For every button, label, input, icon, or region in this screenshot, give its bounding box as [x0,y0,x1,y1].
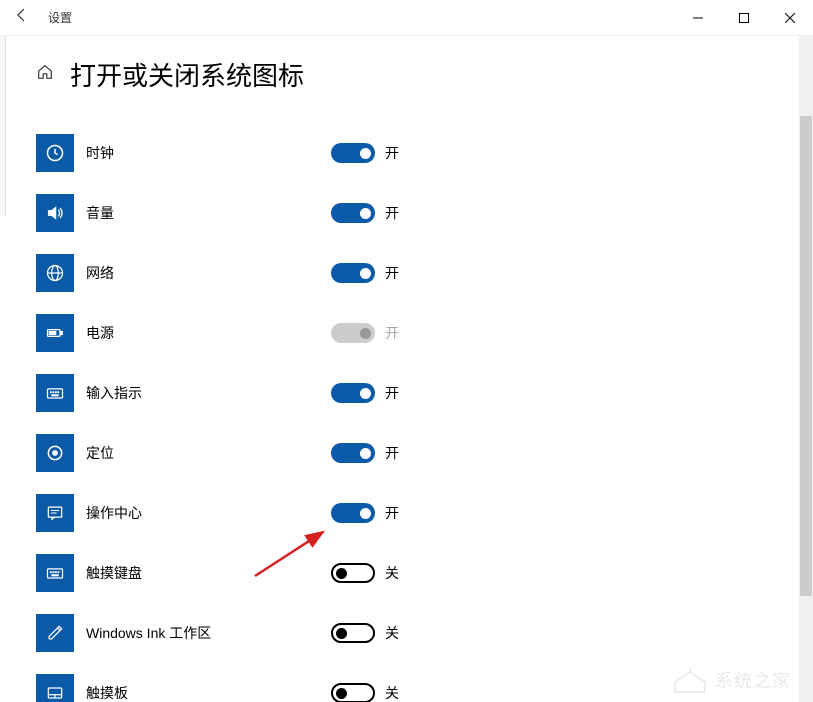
toggle-location[interactable] [331,443,375,463]
home-icon[interactable] [36,63,54,86]
setting-row-windows-ink: Windows Ink 工作区 关 [36,603,777,663]
toggle-power [331,323,375,343]
toggle-touchpad[interactable] [331,683,375,702]
setting-label: 电源 [86,323,331,343]
setting-label: 触摸板 [86,683,331,702]
window-controls [675,0,813,36]
setting-row-network: 网络 开 [36,243,777,303]
header-row: 打开或关闭系统图标 [36,56,777,93]
location-icon [36,434,74,472]
toggle-state-label: 关 [385,623,399,643]
setting-label: 时钟 [86,143,331,163]
setting-label: 输入指示 [86,383,331,403]
toggle-state-label: 开 [385,323,399,343]
setting-label: 定位 [86,443,331,463]
touch-keyboard-icon [36,554,74,592]
scrollbar-thumb[interactable] [800,116,812,596]
setting-label: 触摸键盘 [86,563,331,583]
toggle-clock[interactable] [331,143,375,163]
app-title: 设置 [48,9,72,26]
close-button[interactable] [767,0,813,36]
page-title: 打开或关闭系统图标 [70,56,304,93]
toggle-state-label: 开 [385,503,399,523]
toggle-windows-ink[interactable] [331,623,375,643]
back-button[interactable] [14,7,30,28]
volume-icon [36,194,74,232]
toggle-action-center[interactable] [331,503,375,523]
setting-row-clock: 时钟 开 [36,123,777,183]
content-area: 打开或关闭系统图标 时钟开音量开网络开电源开输入指示开定位开操作中心开触摸键盘关… [0,36,813,702]
network-icon [36,254,74,292]
input-indicator-icon [36,374,74,412]
toggle-state-label: 开 [385,203,399,223]
toggle-volume[interactable] [331,203,375,223]
toggle-state-label: 开 [385,263,399,283]
setting-row-volume: 音量 开 [36,183,777,243]
maximize-button[interactable] [721,0,767,36]
setting-row-power: 电源 开 [36,303,777,363]
titlebar: 设置 [0,0,813,36]
setting-row-location: 定位 开 [36,423,777,483]
setting-row-touchpad: 触摸板 关 [36,663,777,702]
toggle-state-label: 开 [385,383,399,403]
scrollbar[interactable] [799,36,813,702]
setting-row-input-indicator: 输入指示 开 [36,363,777,423]
clock-icon [36,134,74,172]
toggle-input-indicator[interactable] [331,383,375,403]
minimize-button[interactable] [675,0,721,36]
toggle-state-label: 关 [385,683,399,702]
setting-label: 网络 [86,263,331,283]
toggle-state-label: 关 [385,563,399,583]
setting-row-action-center: 操作中心 开 [36,483,777,543]
touchpad-icon [36,674,74,702]
setting-label: Windows Ink 工作区 [86,623,331,643]
action-center-icon [36,494,74,532]
titlebar-left: 设置 [14,7,72,28]
settings-list: 时钟开音量开网络开电源开输入指示开定位开操作中心开触摸键盘关Windows In… [36,123,777,702]
setting-row-touch-keyboard: 触摸键盘 关 [36,543,777,603]
setting-label: 操作中心 [86,503,331,523]
power-icon [36,314,74,352]
toggle-touch-keyboard[interactable] [331,563,375,583]
toggle-state-label: 开 [385,443,399,463]
windows-ink-icon [36,614,74,652]
setting-label: 音量 [86,203,331,223]
toggle-state-label: 开 [385,143,399,163]
toggle-network[interactable] [331,263,375,283]
